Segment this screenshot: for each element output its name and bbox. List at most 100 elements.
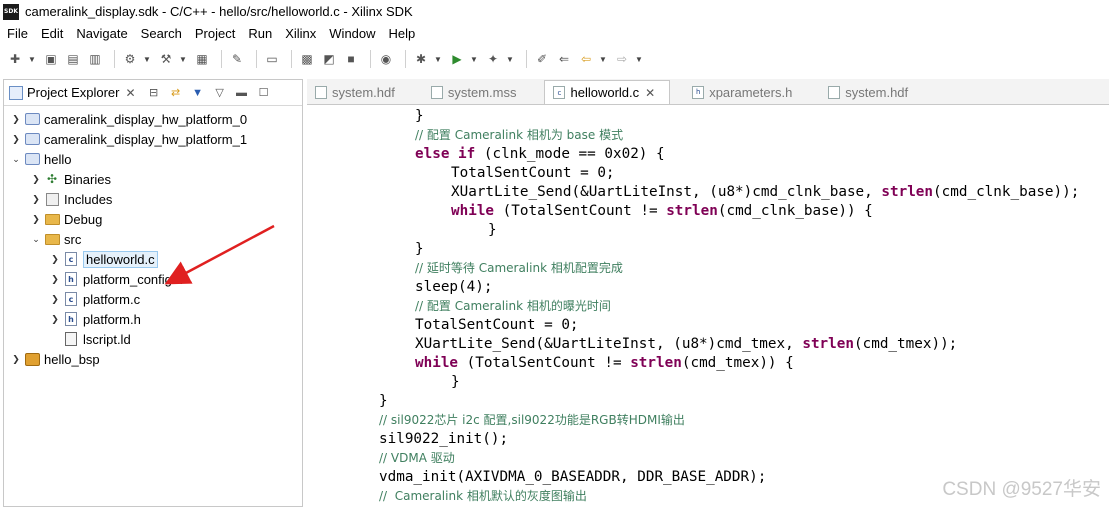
c-file-icon: c [553,86,566,99]
menu-project[interactable]: Project [188,26,241,41]
hdf-file-icon [828,85,841,99]
run-dropdown-icon[interactable]: ▼ [470,55,478,64]
code-line: sil9022_init(); [379,431,509,447]
menu-file[interactable]: File [0,26,34,41]
new-icon[interactable]: ✚ [6,50,24,68]
code-comment: // 配置 Cameralink 相机的曝光时间 [415,299,611,313]
tab-system-hdf-2[interactable]: system.hdf [820,80,922,104]
tree-item-binaries[interactable]: ❯ ✣ Binaries [4,169,302,189]
watermark: CSDN @9527华安 [942,479,1101,500]
project-tree: ❯ cameralink_display_hw_platform_0 ❯ cam… [4,106,302,369]
menu-window[interactable]: Window [322,26,381,41]
back-icon[interactable]: ⇦ [577,50,595,68]
window-title: cameralink_display.sdk - C/C++ - hello/s… [25,4,413,19]
project-explorer-panel: Project Explorer ✕ ⊟ ⇄ ▼ ▽ ▬ ☐ ❯ cameral… [3,79,303,507]
menu-edit[interactable]: Edit [34,26,69,41]
toolbar-separator [114,50,115,68]
view-menu-icon[interactable]: ▽ [212,85,228,101]
project-explorer-tab[interactable]: Project Explorer ✕ [9,85,136,100]
target-icon[interactable]: ◉ [377,50,395,68]
forward-icon[interactable]: ⇨ [613,50,631,68]
save-all-icon[interactable]: ▤ [64,50,82,68]
print-icon[interactable]: ▥ [86,50,104,68]
code-line: } [451,374,460,390]
tab-xparameters-h[interactable]: h xparameters.h [684,80,806,104]
project-icon [24,151,40,167]
hdf-file-icon [315,85,327,99]
tree-item-label: Binaries [64,171,111,187]
tab-system-mss[interactable]: system.mss [423,80,531,104]
new-dropdown-icon[interactable]: ▼ [28,55,36,64]
includes-icon [44,191,60,207]
tree-item-label: Includes [64,191,113,207]
external-tools-icon[interactable]: ✦ [484,50,502,68]
tree-item-label: cameralink_display_hw_platform_0 [44,111,248,127]
menu-help[interactable]: Help [382,26,422,41]
project-explorer-title: Project Explorer [27,85,120,100]
external-tools-dropdown-icon[interactable]: ▼ [506,55,514,64]
build-dropdown-icon[interactable]: ▼ [179,55,187,64]
debug-dropdown-icon[interactable]: ▼ [434,55,442,64]
code-line: while (TotalSentCount != strlen(cmd_tmex… [415,355,794,371]
console-icon[interactable]: ▭ [263,50,281,68]
code-line: else if (clnk_mode == 0x02) { [415,146,665,162]
menu-run[interactable]: Run [241,26,278,41]
tree-item-label: hello [44,151,72,167]
settings-dropdown-icon[interactable]: ▼ [143,55,151,64]
tab-label: xparameters.h [709,84,793,100]
filter-icon[interactable]: ▼ [190,85,206,101]
code-line: TotalSentCount = 0; [415,317,579,333]
debug-bug-icon[interactable]: ✱ [412,50,430,68]
menu-xilinx[interactable]: Xilinx [278,26,322,41]
code-comment: // 延时等待 Cameralink 相机配置完成 [415,261,623,275]
chevron-down-icon[interactable]: ⌄ [10,154,22,165]
code-line: vdma_init(AXIVDMA_0_BASEADDR, DDR_BASE_A… [379,469,767,485]
sdk-app-icon: SDK [3,3,19,20]
project-icon [24,131,40,147]
tree-item-hello[interactable]: ⌄ hello [4,149,302,169]
maximize-icon[interactable]: ☐ [256,85,272,101]
menu-bar: File Edit Navigate Search Project Run Xi… [0,23,1109,43]
annotation-icon[interactable]: ✐ [533,50,551,68]
edit-icon[interactable]: ◩ [320,50,338,68]
close-icon[interactable]: ✕ [125,86,135,100]
build-hammer-icon[interactable]: ⚒ [157,50,175,68]
code-area[interactable]: } // 配置 Cameralink 相机为 base 模式 else if (… [307,107,1109,507]
code-line: XUartLite_Send(&UartLiteInst, (u8*)cmd_c… [451,184,1080,200]
collapse-all-icon[interactable]: ⊟ [146,85,162,101]
chevron-right-icon[interactable]: ❯ [30,194,42,205]
chevron-right-icon[interactable]: ❯ [10,114,22,125]
toolbar-separator [405,50,406,68]
menu-search[interactable]: Search [134,26,188,41]
code-comment: // VDMA 驱动 [379,451,455,465]
menu-navigate[interactable]: Navigate [69,26,133,41]
chevron-right-icon[interactable]: ❯ [30,174,42,185]
last-edit-icon[interactable]: ⇐ [555,50,573,68]
link-editor-icon[interactable]: ⇄ [168,85,184,101]
tree-item-hw-platform-1[interactable]: ❯ cameralink_display_hw_platform_1 [4,129,302,149]
tab-helloworld-c[interactable]: c helloworld.c ✕ [544,80,671,104]
toolbar-separator [256,50,257,68]
run-icon[interactable]: ▶ [448,50,466,68]
chevron-right-icon[interactable]: ❯ [10,134,22,145]
main-toolbar: ✚ ▼ ▣ ▤ ▥ ⚙ ▼ ⚒ ▼ ▦ ✎ ▭ ▩ ◩ ■ ◉ ✱ ▼ ▶ ▼ … [0,43,1109,75]
terminal-icon[interactable]: ■ [342,50,360,68]
code-comment: // sil9022芯片 i2c 配置,sil9022功能是RGB转HDMI输出 [379,413,685,427]
binary-icon[interactable]: ▦ [193,50,211,68]
code-comment: // 配置 Cameralink 相机为 base 模式 [415,128,624,142]
save-icon[interactable]: ▣ [42,50,60,68]
h-file-icon: h [692,85,705,99]
forward-dropdown-icon[interactable]: ▼ [635,55,643,64]
toolbar-separator [291,50,292,68]
back-dropdown-icon[interactable]: ▼ [599,55,607,64]
close-icon[interactable]: ✕ [645,86,655,100]
minimize-icon[interactable]: ▬ [234,85,250,101]
tab-system-hdf[interactable]: system.hdf [307,80,409,104]
binaries-icon: ✣ [46,172,58,186]
tree-item-hw-platform-0[interactable]: ❯ cameralink_display_hw_platform_0 [4,109,302,129]
project-icon [24,111,40,127]
debug-tool-icon[interactable]: ✎ [228,50,246,68]
tab-label: helloworld.c [570,85,640,100]
settings-icon[interactable]: ⚙ [121,50,139,68]
program-fpga-icon[interactable]: ▩ [298,50,316,68]
